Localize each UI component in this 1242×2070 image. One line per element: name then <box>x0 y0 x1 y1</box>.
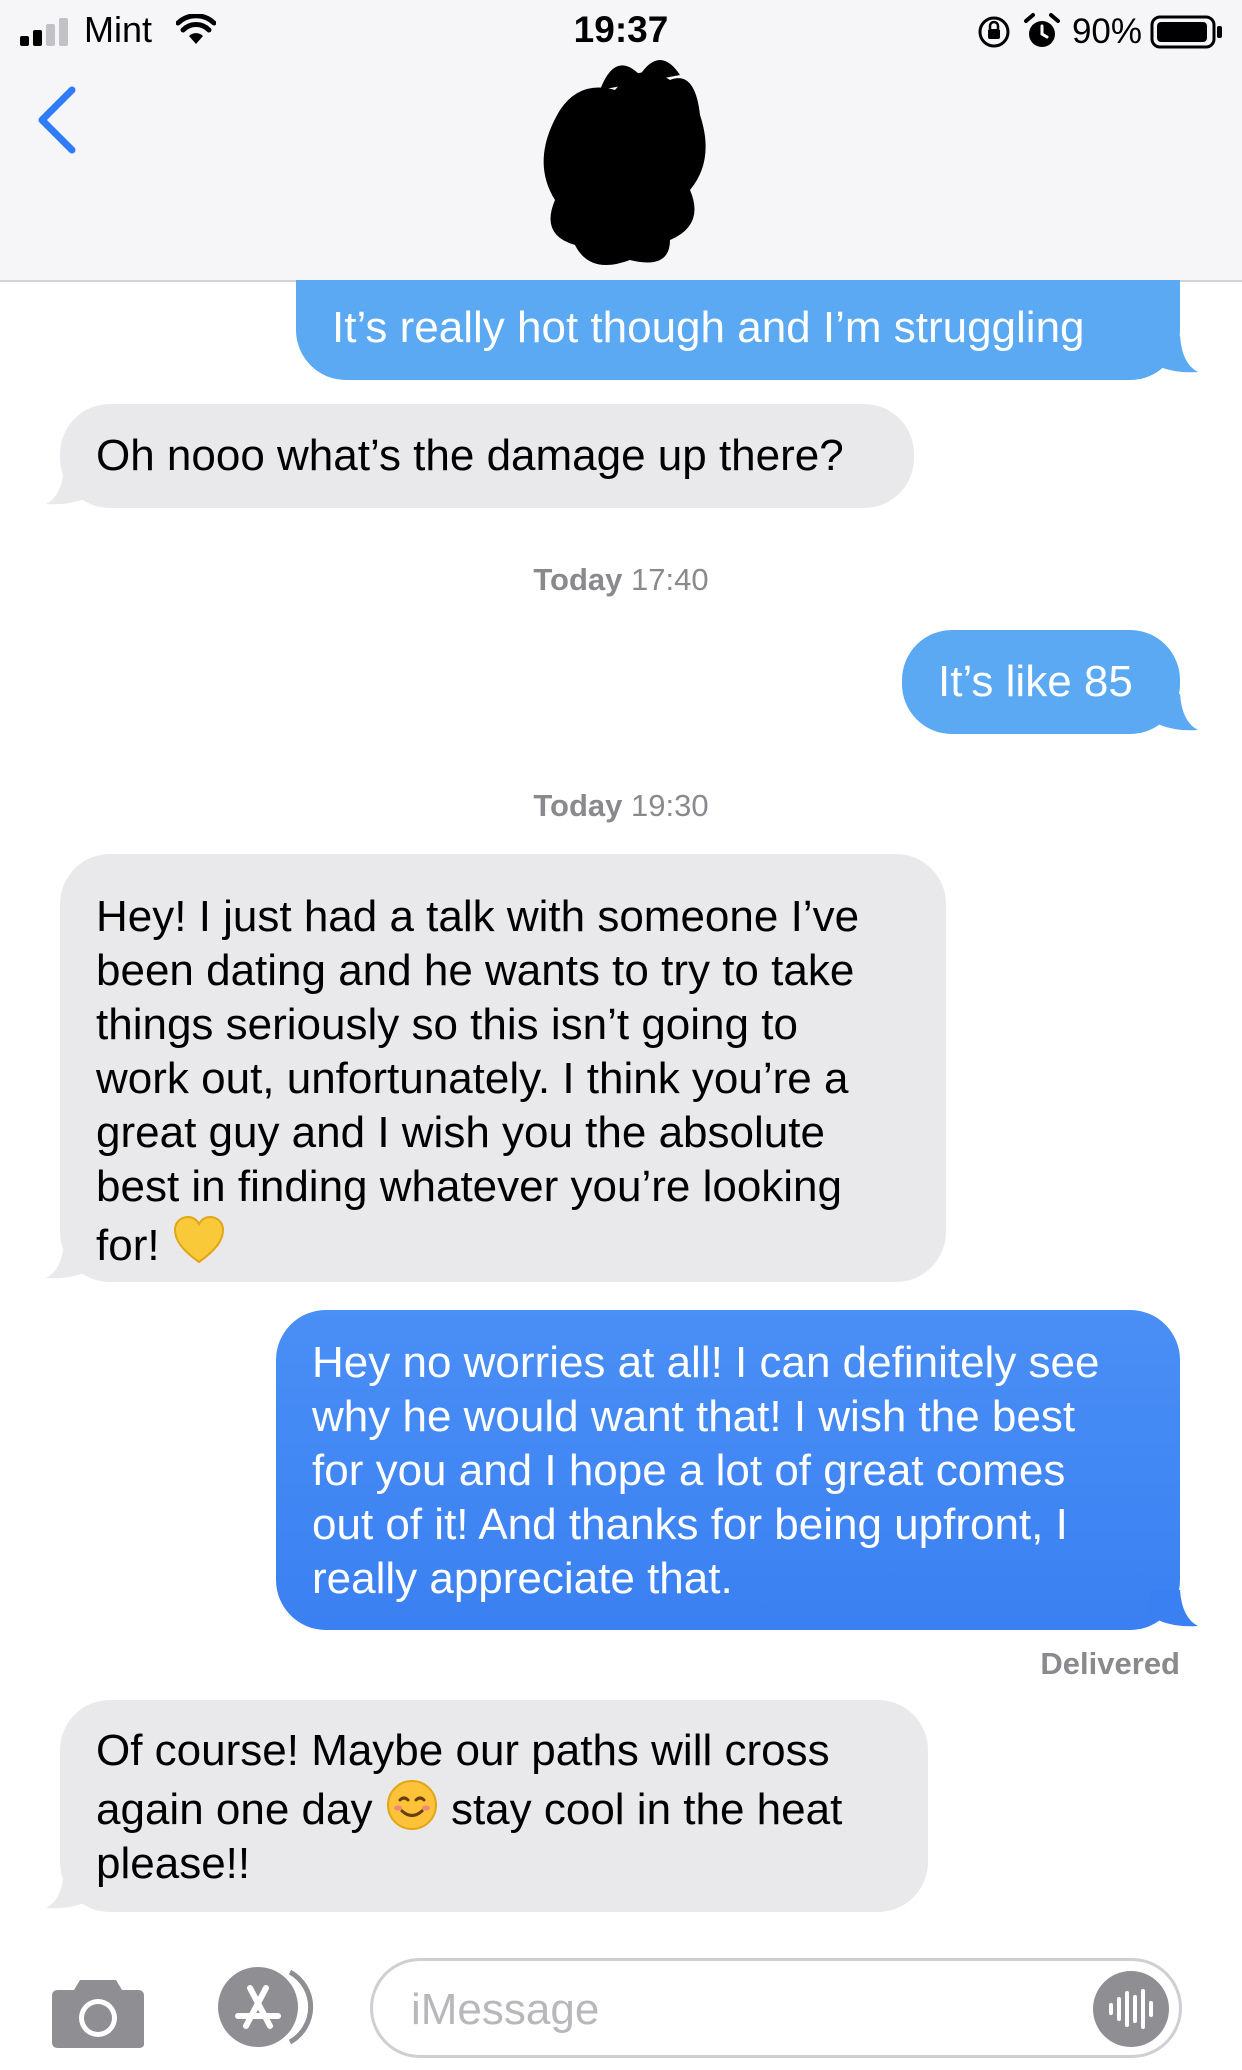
compose-bar <box>0 1952 1242 2070</box>
battery-icon <box>1150 15 1222 49</box>
message-text: It’s really hot though and I’m strugglin… <box>332 303 1085 352</box>
app-store-icon[interactable] <box>210 1964 320 2050</box>
bubble-tail <box>46 1872 94 1909</box>
message-line: out of it! And thanks for being upfront,… <box>312 1500 1068 1549</box>
bubble-tail <box>1150 336 1198 373</box>
message-bubble-incoming[interactable]: Oh nooo what’s the damage up there? <box>60 404 914 508</box>
timestamp-day: Today <box>533 788 623 823</box>
message-input[interactable] <box>409 1979 1073 2041</box>
yellow-heart-emoji <box>173 1215 224 1264</box>
camera-icon[interactable] <box>50 1974 146 2050</box>
message-line: been dating and he wants to try to take <box>96 946 855 995</box>
back-chevron-icon[interactable] <box>28 80 88 160</box>
message-bubble-incoming[interactable]: Hey! I just had a talk with someone I’ve… <box>60 854 946 1282</box>
message-line: Of course! Maybe our paths will cross <box>96 1726 830 1775</box>
message-line: great guy and I wish you the absolute <box>96 1108 825 1157</box>
message-line: Hey! I just had a talk with someone I’ve <box>96 892 860 941</box>
message-text: Oh nooo what’s the damage up there? <box>96 431 844 480</box>
bubble-tail <box>46 468 94 505</box>
timestamp-time: 19:30 <box>631 788 709 823</box>
message-line: best in finding whatever you’re looking <box>96 1162 843 1211</box>
message-bubble-outgoing[interactable]: It’s really hot though and I’m strugglin… <box>296 280 1180 380</box>
status-icons: 90% <box>976 10 1224 54</box>
smiling-face-emoji <box>386 1780 437 1830</box>
message-timestamp: Today 19:30 <box>0 788 1242 824</box>
message-line: again one day stay cool in the heat <box>96 1778 892 1837</box>
message-text: It’s like 85 <box>938 657 1133 706</box>
message-line: really appreciate that. <box>312 1554 733 1603</box>
message-line: work out, unfortunately. I think you’re … <box>96 1054 849 1103</box>
message-text: again one day <box>96 1785 373 1834</box>
message-line: please!! <box>96 1839 251 1888</box>
bubble-tail <box>46 1242 94 1279</box>
message-line: for! <box>96 1214 910 1273</box>
message-timestamp: Today 17:40 <box>0 562 1242 598</box>
contact-avatar-redacted[interactable] <box>520 40 720 270</box>
battery-percentage: 90% <box>1071 12 1142 51</box>
message-bubble-outgoing[interactable]: It’s like 85 <box>902 630 1180 734</box>
message-line: things seriously so this isn’t going to <box>96 1000 798 1049</box>
audio-waveform-icon[interactable] <box>1093 1971 1169 2047</box>
message-text: stay cool in the heat <box>450 1785 843 1834</box>
timestamp-time: 17:40 <box>631 562 709 597</box>
message-input-field[interactable] <box>370 1958 1182 2058</box>
bubble-tail <box>1150 694 1198 731</box>
alarm-icon <box>1023 13 1060 47</box>
message-line: for you and I hope a lot of great comes <box>312 1446 1066 1495</box>
orientation-lock-icon <box>978 16 1010 48</box>
delivery-status: Delivered <box>1040 1646 1180 1681</box>
message-bubble-incoming[interactable]: Of course! Maybe our paths will cross ag… <box>60 1700 928 1912</box>
message-bubble-outgoing[interactable]: Hey no worries at all! I can definitely … <box>276 1310 1180 1630</box>
message-line: Hey no worries at all! I can definitely … <box>312 1338 1100 1387</box>
message-line: why he would want that! I wish the best <box>312 1392 1076 1441</box>
bubble-tail <box>1150 1590 1198 1627</box>
message-text: for! <box>96 1221 160 1270</box>
conversation-header: Mint 19:37 90% <box>0 0 1242 282</box>
timestamp-day: Today <box>533 562 623 597</box>
message-thread[interactable]: It’s really hot though and I’m strugglin… <box>0 280 1242 1952</box>
